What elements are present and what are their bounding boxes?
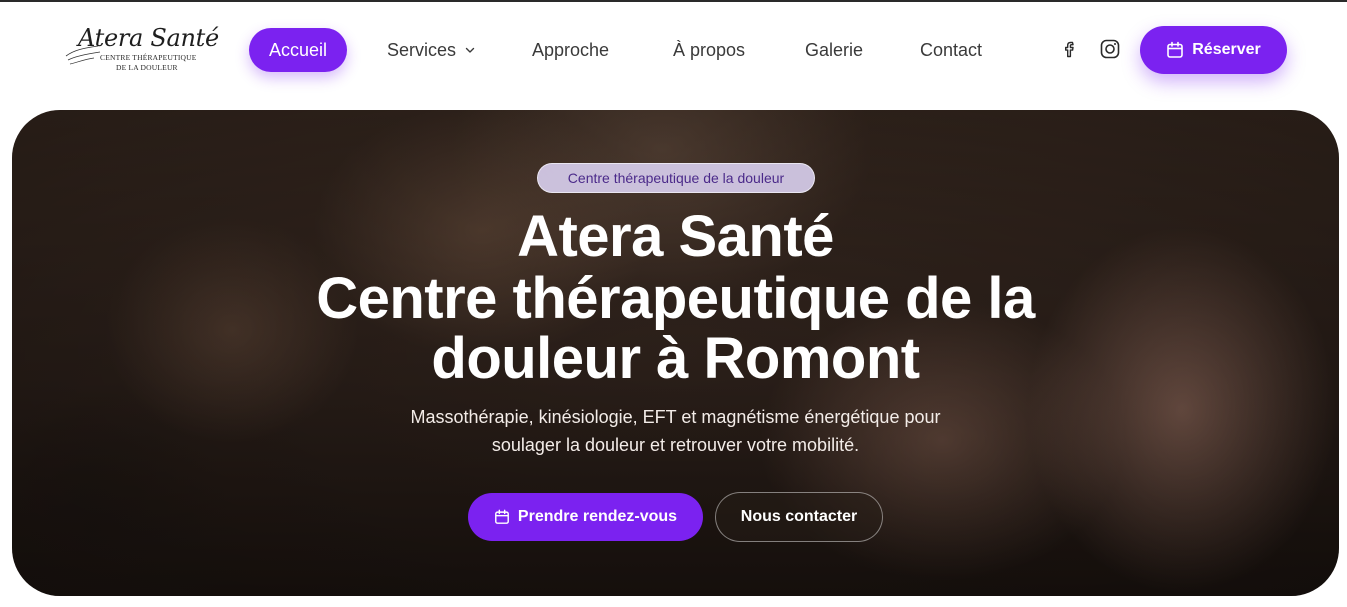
- book-appointment-label: Prendre rendez-vous: [517, 508, 678, 525]
- contact-us-label: Nous contacter: [740, 508, 858, 525]
- facebook-icon[interactable]: [1059, 38, 1081, 60]
- hero-title-line-2: Centre thérapeutique de la: [316, 266, 1035, 331]
- calendar-icon: [494, 509, 509, 524]
- instagram-icon[interactable]: [1099, 38, 1121, 60]
- calendar-icon: [1167, 41, 1184, 58]
- nav-item-services[interactable]: Services: [387, 28, 475, 72]
- logo-subtitle-2: DE LA DOULEUR: [116, 63, 178, 72]
- reserve-button[interactable]: Réserver: [1140, 26, 1287, 74]
- hero-badge: Centre thérapeutique de la douleur: [537, 163, 815, 193]
- hero-title-line-1: Atera Santé: [517, 204, 834, 269]
- chevron-down-icon: [465, 47, 475, 53]
- hero-section: Centre thérapeutique de la douleur Atera…: [12, 110, 1339, 596]
- hero-title-line-3: douleur à Romont: [431, 326, 920, 391]
- nav-item-contact[interactable]: Contact: [920, 28, 982, 72]
- contact-us-button[interactable]: Nous contacter: [715, 492, 883, 542]
- logo-subtitle: CENTRE THÉRAPEUTIQUE: [100, 53, 197, 62]
- hero-subtitle-line-2: soulager la douleur et retrouver votre m…: [491, 435, 860, 455]
- top-border: [0, 0, 1347, 2]
- logo-title: Atera Santé: [78, 24, 219, 52]
- nav-item-galerie[interactable]: Galerie: [805, 28, 863, 72]
- hero-subtitle-line-1: Massothérapie, kinésiologie, EFT et magn…: [410, 407, 941, 427]
- book-appointment-button[interactable]: Prendre rendez-vous: [468, 493, 703, 541]
- reserve-button-label: Réserver: [1192, 41, 1261, 58]
- nav-item-a-propos[interactable]: À propos: [673, 28, 745, 72]
- nav-item-services-label: Services: [387, 40, 457, 60]
- nav-item-accueil[interactable]: Accueil: [249, 28, 348, 72]
- nav-item-approche[interactable]: Approche: [532, 28, 609, 72]
- logo[interactable]: Atera Santé CENTRE THÉRAPEUTIQUE DE LA D…: [64, 24, 224, 74]
